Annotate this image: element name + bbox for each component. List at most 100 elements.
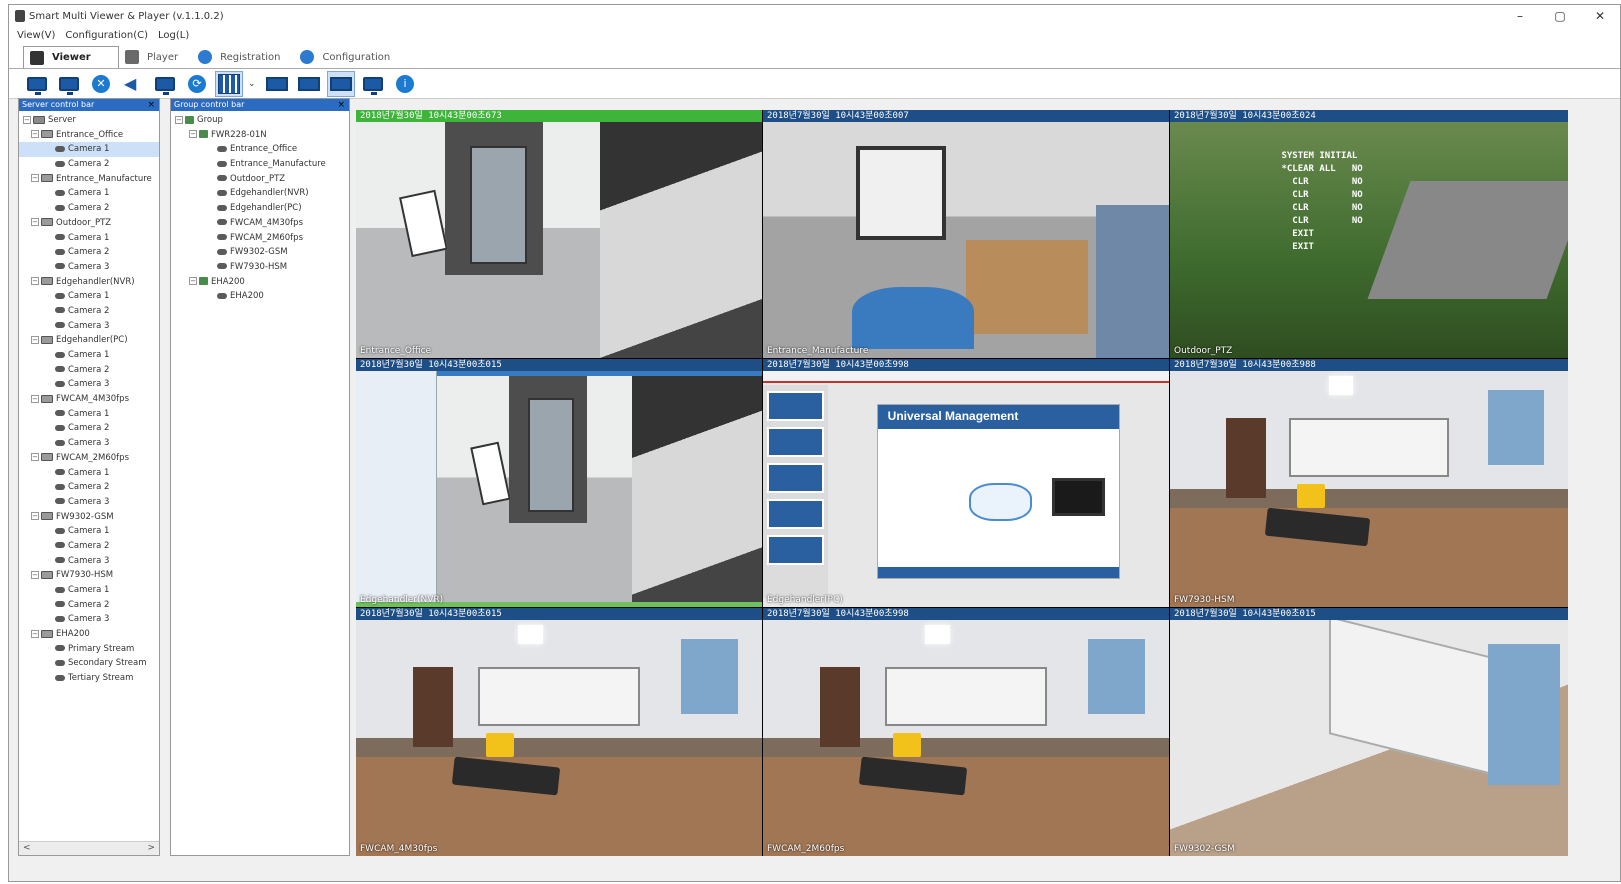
close-button[interactable]: ✕ [1580,5,1620,27]
layout-button[interactable] [215,70,243,97]
tree-group-camera[interactable]: FW7930-HSM [171,260,349,275]
collapse-toggle-icon[interactable]: − [31,394,39,403]
refresh-button[interactable]: ⟳ [183,71,211,97]
monitor-button-2[interactable] [55,71,83,97]
video-cell[interactable]: 2018년7월30일 10시43분00초673 Entrance_Office [356,110,762,358]
tree-camera[interactable]: Camera 3 [19,436,159,451]
tree-group-camera[interactable]: Entrance_Office [171,142,349,157]
tree-camera[interactable]: Camera 2 [19,539,159,554]
tree-camera[interactable]: Primary Stream [19,642,159,657]
tree-camera[interactable]: Tertiary Stream [19,671,159,686]
tab-player[interactable]: Player [119,46,192,68]
audio-button[interactable]: ◀ [119,71,147,97]
maximize-button[interactable]: ▢ [1540,5,1580,27]
tree-camera[interactable]: Camera 1 [19,231,159,246]
video-cell[interactable]: 2018년7월30일 10시43분00초015 Edgehandler(NVR) [356,359,762,607]
server-panel-close-button[interactable]: × [147,99,155,111]
server-panel-scrollbar[interactable]: < > [19,841,159,855]
tree-camera[interactable]: Camera 3 [19,554,159,569]
sequence-button[interactable] [263,71,291,97]
tree-camera[interactable]: Camera 2 [19,157,159,172]
tree-camera[interactable]: Camera 1 [19,289,159,304]
stop-button[interactable]: ✕ [87,71,115,97]
tree-camera[interactable]: Camera 2 [19,598,159,613]
menu-log[interactable]: Log(L) [158,30,189,41]
video-cell[interactable]: 2018년7월30일 10시43분00초988 FW7930-HSM [1170,359,1568,607]
tab-viewer[interactable]: Viewer [23,46,119,68]
video-cell[interactable]: 2018년7월30일 10시43분00초015 FW9302-GSM [1170,608,1568,856]
video-cell[interactable]: 2018년7월30일 10시43분00초015 FWCAM_4M30fps [356,608,762,856]
video-cell[interactable]: 2018년7월30일 10시43분00초998 FWCAM_2M60fps [763,608,1169,856]
tab-configuration[interactable]: Configuration [294,46,404,68]
tree-camera[interactable]: Camera 3 [19,377,159,392]
tree-device[interactable]: − Edgehandler(NVR) [19,275,159,290]
tree-camera[interactable]: Camera 2 [19,480,159,495]
info-button[interactable]: i [391,71,419,97]
collapse-toggle-icon[interactable]: − [23,115,31,124]
collapse-toggle-icon[interactable]: − [31,570,39,579]
scroll-right-arrow[interactable]: > [147,843,155,853]
tree-device[interactable]: − FW7930-HSM [19,568,159,583]
collapse-toggle-icon[interactable]: − [31,512,39,521]
tree-device[interactable]: − Outdoor_PTZ [19,216,159,231]
collapse-toggle-icon[interactable]: − [31,130,39,139]
collapse-toggle-icon[interactable]: − [31,277,39,286]
collapse-toggle-icon[interactable]: − [31,453,39,462]
tab-registration[interactable]: Registration [192,46,294,68]
tree-camera[interactable]: Camera 3 [19,319,159,334]
minimize-button[interactable]: – [1500,5,1540,27]
tree-device[interactable]: − EHA200 [19,627,159,642]
tree-camera[interactable]: Camera 1 [19,407,159,422]
tree-camera[interactable]: Secondary Stream [19,656,159,671]
scroll-left-arrow[interactable]: < [23,843,31,853]
tree-camera[interactable]: Camera 3 [19,612,159,627]
collapse-toggle-icon[interactable]: − [31,218,39,227]
tree-group-camera[interactable]: EHA200 [171,289,349,304]
tree-camera[interactable]: Camera 1 [19,583,159,598]
tree-camera[interactable]: Camera 3 [19,260,159,275]
tree-device[interactable]: − FWCAM_4M30fps [19,392,159,407]
monitor-button-1[interactable] [23,71,51,97]
tree-camera[interactable]: Camera 2 [19,363,159,378]
collapse-toggle-icon[interactable]: − [189,277,197,286]
tree-camera[interactable]: Camera 1 [19,348,159,363]
tree-camera[interactable]: Camera 1 [19,524,159,539]
tree-group-camera[interactable]: Edgehandler(PC) [171,201,349,216]
tree-root-group[interactable]: − Group [171,113,349,128]
tree-camera[interactable]: Camera 2 [19,421,159,436]
tree-camera[interactable]: Camera 1 [19,142,159,158]
menu-view[interactable]: View(V) [17,30,55,41]
tree-group-camera[interactable]: FWCAM_4M30fps [171,216,349,231]
wide-button[interactable] [295,71,323,97]
tree-camera[interactable]: Camera 2 [19,201,159,216]
fit-button[interactable] [327,70,355,97]
tree-device[interactable]: − Edgehandler(PC) [19,333,159,348]
collapse-toggle-icon[interactable]: − [31,335,39,344]
tree-group-camera[interactable]: FW9302-GSM [171,245,349,260]
collapse-toggle-icon[interactable]: − [31,629,39,638]
fullscreen-button[interactable] [359,71,387,97]
tree-camera[interactable]: Camera 2 [19,245,159,260]
collapse-toggle-icon[interactable]: − [175,115,183,124]
tree-group-camera[interactable]: Outdoor_PTZ [171,172,349,187]
tree-root-server[interactable]: − Server [19,113,159,128]
tree-group-camera[interactable]: FWCAM_2M60fps [171,231,349,246]
tree-group[interactable]: − FWR228-01N [171,128,349,143]
display-button[interactable] [151,71,179,97]
tree-group-camera[interactable]: Edgehandler(NVR) [171,186,349,201]
video-cell[interactable]: SYSTEM INITIAL *CLEAR ALL NO CLR NO CLR … [1170,110,1568,358]
tree-group-camera[interactable]: Entrance_Manufacture [171,157,349,172]
tree-device[interactable]: − FW9302-GSM [19,510,159,525]
group-panel-close-button[interactable]: × [337,99,345,111]
tree-camera[interactable]: Camera 1 [19,466,159,481]
collapse-toggle-icon[interactable]: − [31,174,39,183]
tree-camera[interactable]: Camera 3 [19,495,159,510]
collapse-toggle-icon[interactable]: − [189,130,197,139]
tree-device[interactable]: − Entrance_Manufacture [19,172,159,187]
tree-device[interactable]: − Entrance_Office [19,128,159,143]
tree-group[interactable]: − EHA200 [171,275,349,290]
video-cell[interactable]: Universal Management 2018년7월30일 10시43분00초… [763,359,1169,607]
layout-dropdown[interactable]: ⌄ [247,71,259,97]
video-cell[interactable]: 2018년7월30일 10시43분00초007 Entrance_Manufact… [763,110,1169,358]
tree-camera[interactable]: Camera 2 [19,304,159,319]
